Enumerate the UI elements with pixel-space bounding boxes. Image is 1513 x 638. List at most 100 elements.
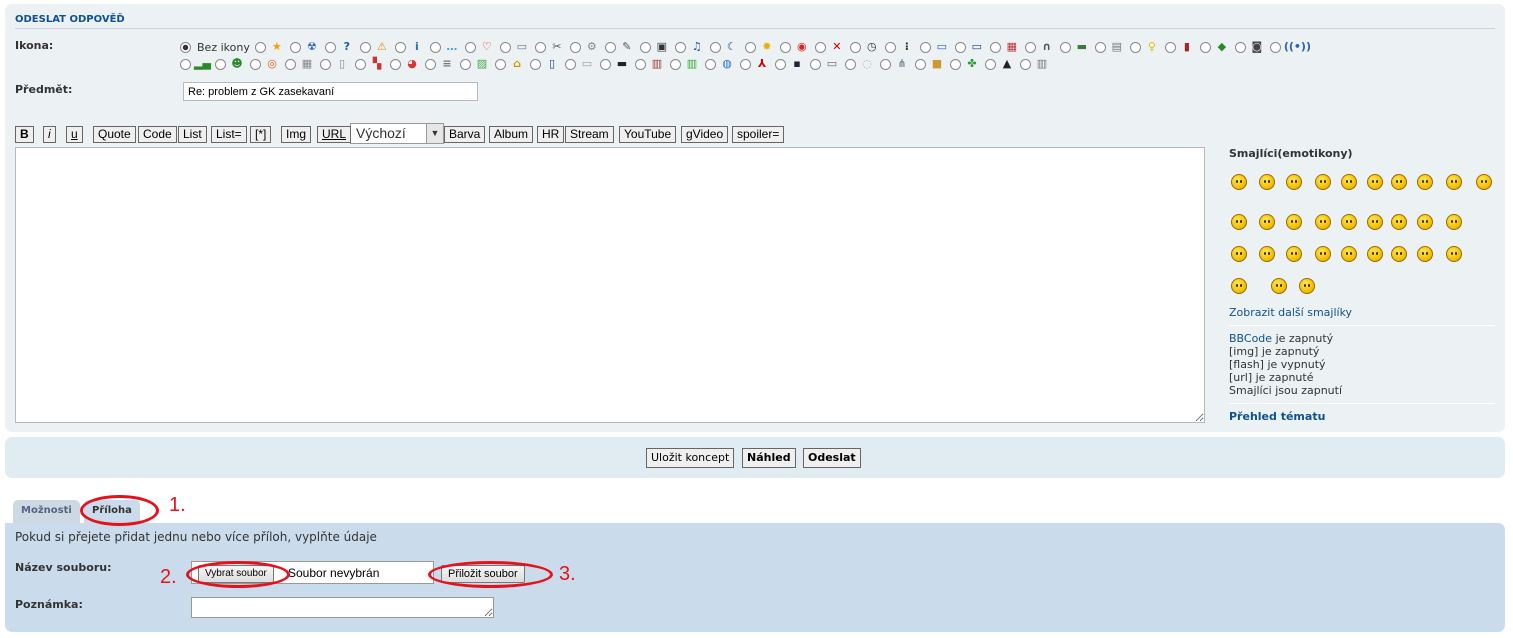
icon-option-printer[interactable]: ▤ (1094, 39, 1125, 55)
icon-option-globe[interactable]: ◍ (705, 56, 735, 72)
bbcode-button-youtube[interactable]: YouTube (619, 126, 677, 143)
smiley-icon[interactable] (1341, 174, 1357, 190)
smiley-icon[interactable] (1259, 214, 1275, 230)
icon-option-moon[interactable]: ☾ (709, 39, 740, 55)
smiley-icon[interactable] (1417, 214, 1433, 230)
smiley-icon[interactable] (1391, 214, 1407, 230)
icon-option-mobile[interactable]: ▯ (530, 56, 560, 72)
book-radio[interactable] (635, 58, 646, 70)
smiley-icon[interactable] (1231, 278, 1247, 294)
icon-option-scanner[interactable]: ▭ (810, 56, 840, 72)
icon-option-traffic-light[interactable]: ⁝ (884, 39, 915, 55)
burst-radio[interactable] (744, 41, 756, 53)
blocks-radio[interactable] (355, 58, 366, 70)
smiley-icon[interactable] (1391, 174, 1407, 190)
icon-option-lifebuoy[interactable]: ◉ (779, 39, 810, 55)
topic-review-link[interactable]: Přehled tématu (1229, 410, 1495, 423)
music-radio[interactable] (674, 41, 686, 53)
pdf-radio[interactable] (740, 58, 751, 70)
icon-option-box[interactable]: ■ (915, 56, 945, 72)
traffic-light-radio[interactable] (884, 41, 896, 53)
message-textarea[interactable] (15, 147, 1205, 423)
bbcode-button-code[interactable]: Code (138, 126, 177, 143)
tv-radio[interactable] (639, 41, 651, 53)
bbcode-button-quote[interactable]: Quote (93, 126, 136, 143)
terminal-radio[interactable] (600, 58, 611, 70)
lifebuoy-2-radio[interactable] (250, 58, 261, 70)
info-radio[interactable] (394, 41, 406, 53)
smiley-icon[interactable] (1341, 246, 1357, 262)
trash-radio[interactable] (1020, 58, 1031, 70)
chart-radio[interactable] (670, 58, 681, 70)
printer-radio[interactable] (1094, 41, 1106, 53)
icon-option-book[interactable]: ▥ (635, 56, 665, 72)
icon-option-heart[interactable]: ♡ (464, 39, 495, 55)
gear-radio[interactable] (569, 41, 581, 53)
bbcode-button-hr[interactable]: HR (537, 126, 565, 143)
icon-option-speech[interactable]: … (429, 39, 460, 55)
icon-option-battery[interactable]: ▮ (1164, 39, 1195, 55)
bbcode-button-gvideo[interactable]: gVideo (681, 126, 729, 143)
ram-radio[interactable] (1059, 41, 1071, 53)
comment-textarea[interactable] (191, 597, 494, 618)
icon-option-gamepad[interactable]: ◙ (1234, 39, 1265, 55)
smiley-icon[interactable] (1315, 246, 1331, 262)
monitor-radio[interactable] (919, 41, 931, 53)
icon-option-signal[interactable]: ((•)) (1269, 39, 1311, 55)
smiley-icon[interactable] (1231, 174, 1247, 190)
box-radio[interactable] (915, 58, 926, 70)
icon-option-monitor[interactable]: ▭ (919, 39, 950, 55)
icon-option-document[interactable]: ▯ (320, 56, 350, 72)
bbcode-button-url[interactable]: URL (317, 126, 352, 143)
icon-option-cd[interactable]: ◌ (845, 56, 875, 72)
smiley-icon[interactable] (1231, 246, 1247, 262)
save-draft-button[interactable]: Uložit koncept (646, 448, 735, 468)
smiley-icon[interactable] (1259, 174, 1275, 190)
moon-radio[interactable] (709, 41, 721, 53)
smiley-icon[interactable] (1299, 278, 1315, 294)
icon-option-radiation[interactable]: ☢ (289, 39, 320, 55)
icon-option-star[interactable]: ★ (254, 39, 285, 55)
globe-radio[interactable] (705, 58, 716, 70)
windows-radio[interactable] (499, 41, 511, 53)
icon-option-signal-bars[interactable]: ▂▄ (180, 56, 211, 72)
signal-radio[interactable] (1269, 41, 1281, 53)
icon-option-usb[interactable]: ⋔ (880, 56, 910, 72)
bbcode-button-album[interactable]: Album (489, 126, 534, 143)
keyboard-radio[interactable] (565, 58, 576, 70)
bbcode-button-list[interactable]: List= (211, 126, 247, 143)
heart-radio[interactable] (464, 41, 476, 53)
cd-radio[interactable] (845, 58, 856, 70)
laptop-radio[interactable] (954, 41, 966, 53)
smiley-icon[interactable] (1286, 246, 1302, 262)
font-size-select[interactable]: Výchozí ▼ (350, 123, 444, 144)
clock-radio[interactable] (849, 41, 861, 53)
smiley-icon[interactable] (1476, 174, 1492, 190)
bbcode-button-u[interactable]: u (66, 126, 83, 143)
smiley-icon[interactable] (1446, 174, 1462, 190)
speech-radio[interactable] (429, 41, 441, 53)
database-radio[interactable] (425, 58, 436, 70)
error-radio[interactable] (814, 41, 826, 53)
gamepad-radio[interactable] (1234, 41, 1246, 53)
icon-option-paint[interactable]: ◆ (1199, 39, 1230, 55)
tab-options[interactable]: Možnosti (13, 500, 80, 523)
mobile-radio[interactable] (530, 58, 541, 70)
icon-option-lightbulb[interactable]: ♀ (1129, 39, 1160, 55)
icon-option-ram[interactable]: ▬ (1059, 39, 1090, 55)
icon-option-hat[interactable]: ▲ (985, 56, 1015, 72)
padlock-radio[interactable] (495, 58, 506, 70)
icon-option-lifebuoy-2[interactable]: ◎ (250, 56, 280, 72)
smiley-icon[interactable] (1286, 214, 1302, 230)
icon-option-clock[interactable]: ◷ (849, 39, 880, 55)
radiation-radio[interactable] (289, 41, 301, 53)
battery-radio[interactable] (1164, 41, 1176, 53)
icon-option-burst[interactable]: ✸ (744, 39, 775, 55)
bbcode-link[interactable]: BBCode (1229, 332, 1272, 345)
icon-option-headset[interactable]: ∩ (1024, 39, 1055, 55)
bbcode-button-i[interactable]: i (43, 126, 56, 143)
smiley-icon[interactable] (1367, 246, 1383, 262)
clover-radio[interactable] (950, 58, 961, 70)
icon-option-info[interactable]: i (394, 39, 425, 55)
paint-radio[interactable] (1199, 41, 1211, 53)
